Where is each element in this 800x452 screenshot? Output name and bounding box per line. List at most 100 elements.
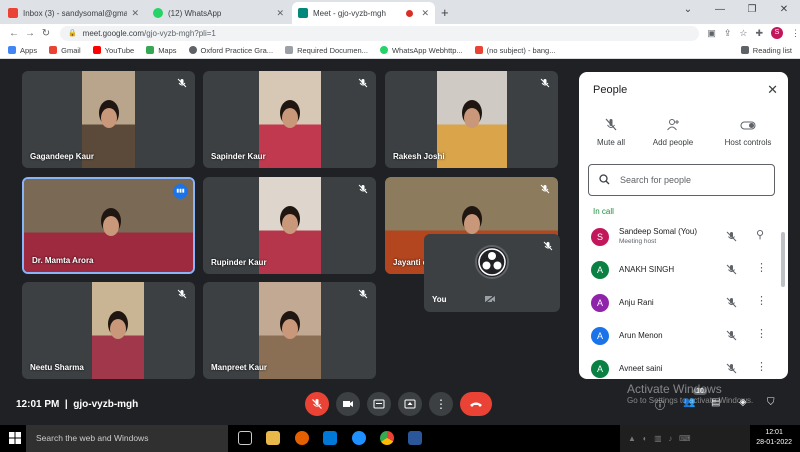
mic-off-icon[interactable] (726, 264, 737, 275)
mic-off-icon (540, 78, 550, 88)
mute-all-label: Mute all (596, 138, 625, 147)
participant-row[interactable]: A Arun Menon ⋮ (579, 321, 774, 351)
participant-name: Rupinder Kaur (211, 258, 267, 267)
avatar: A (591, 360, 609, 378)
file-explorer-icon[interactable] (266, 431, 280, 445)
avatar: A (591, 294, 609, 312)
system-tray: ▲ ◐ ▥ ♪ ⌨ (620, 425, 750, 452)
add-person-icon (667, 119, 679, 131)
search-people-input[interactable]: Search for people (588, 164, 775, 196)
word-icon[interactable] (408, 431, 422, 445)
tab-label: Inbox (3) - sandysomal@gmail.co (23, 8, 128, 18)
host-controls-icon[interactable]: ⛉ (767, 397, 775, 408)
gmail-icon (474, 46, 483, 54)
participant-tile[interactable]: Dr. Mamta Arora ▮▮▮ (22, 177, 195, 274)
star-icon[interactable]: ☆ (739, 28, 747, 39)
participant-tile[interactable]: Sapinder Kaur (203, 71, 376, 168)
participant-tile[interactable]: Neetu Sharma (22, 282, 195, 379)
bookmark-documents[interactable]: Required Documen... (285, 46, 368, 55)
participant-row[interactable]: A ANAKH SINGH ⋮ (579, 255, 774, 285)
taskbar-clock[interactable]: 12:01 28-01-2022 (756, 428, 792, 448)
participant-video (259, 282, 321, 379)
tab-meet[interactable]: Meet - gjo-vyzb-mgh ✕ (292, 2, 435, 24)
more-options-button[interactable]: ⋮ (429, 392, 453, 416)
firefox-icon[interactable] (295, 431, 309, 445)
participant-tile[interactable]: Rupinder Kaur (203, 177, 376, 274)
mic-off-icon[interactable] (726, 297, 737, 308)
taskbar-search-input[interactable]: Search the web and Windows (26, 425, 228, 452)
tab-search-icon[interactable]: ⌄ (672, 0, 704, 22)
bookmark-label: (no subject) - bang... (486, 45, 556, 55)
participant-video (259, 71, 321, 168)
captions-button[interactable] (367, 392, 391, 416)
tab-gmail[interactable]: Inbox (3) - sandysomal@gmail.co ✕ (2, 2, 145, 24)
add-people-button[interactable]: Add people (649, 118, 697, 147)
self-tile[interactable]: You (424, 234, 560, 312)
camera-toggle-button[interactable] (336, 392, 360, 416)
avatar: A (591, 261, 609, 279)
tab-whatsapp[interactable]: (12) WhatsApp ✕ (147, 2, 290, 24)
reading-list-button[interactable]: Reading list (740, 46, 792, 55)
bookmark-gmail-subject[interactable]: (no subject) - bang... (474, 45, 556, 55)
close-icon[interactable]: ✕ (131, 8, 139, 19)
participant-tile[interactable]: Rakesh Joshi (385, 71, 558, 168)
extensions-icon[interactable]: ✚ (755, 28, 763, 39)
store-icon[interactable] (323, 431, 337, 445)
mic-off-icon (540, 184, 550, 194)
window-controls: ⌄ — ❐ ✕ (672, 0, 800, 22)
bookmark-label: WhatsApp Webhttp... (391, 45, 463, 55)
minimize-icon[interactable]: — (704, 0, 736, 22)
reload-icon[interactable]: ↻ (38, 28, 54, 39)
camera-icon[interactable]: ▣ (707, 28, 716, 39)
present-button[interactable] (398, 392, 422, 416)
participant-name: Anju Rani (619, 298, 654, 307)
chrome-icon[interactable] (380, 431, 394, 445)
panel-scrollbar[interactable] (781, 232, 785, 287)
share-icon[interactable]: ⇪ (724, 28, 732, 39)
task-view-icon[interactable] (238, 431, 252, 445)
more-vert-icon[interactable]: ⋮ (756, 361, 767, 373)
close-icon[interactable]: ✕ (767, 82, 778, 98)
participant-name: ANAKH SINGH (619, 265, 675, 274)
participant-video (92, 282, 144, 379)
menu-icon[interactable]: ⋮ (791, 28, 800, 39)
host-controls-button[interactable]: Host controls (719, 118, 777, 147)
url-input[interactable]: 🔒 meet.google.com/gjo-vyzb-mgh?pli=1 (59, 25, 700, 41)
maximize-icon[interactable]: ❐ (736, 0, 768, 22)
more-vert-icon[interactable]: ⋮ (756, 328, 767, 340)
bookmark-gmail[interactable]: Gmail (49, 46, 81, 55)
mic-off-icon[interactable] (726, 363, 737, 374)
mute-all-button[interactable]: Mute all (591, 118, 631, 147)
bookmark-youtube[interactable]: YouTube (92, 46, 134, 55)
participant-row[interactable]: A Anju Rani ⋮ (579, 288, 774, 318)
more-vert-icon[interactable]: ⋮ (756, 295, 767, 307)
bookmark-oxford[interactable]: Oxford Practice Gra... (188, 46, 273, 55)
close-icon[interactable]: ✕ (421, 8, 429, 19)
participant-face (98, 100, 119, 128)
new-tab-button[interactable]: + (441, 2, 449, 24)
mic-off-icon (543, 241, 553, 251)
pin-icon[interactable]: ⚲ (756, 229, 764, 241)
back-icon[interactable]: ← (6, 28, 22, 39)
edge-icon[interactable] (352, 431, 366, 445)
mic-off-icon (177, 78, 187, 88)
speaking-indicator-icon: ▮▮▮ (173, 184, 188, 199)
close-icon[interactable]: ✕ (276, 8, 284, 19)
mic-off-icon[interactable] (726, 330, 737, 341)
bookmark-apps[interactable]: Apps (8, 46, 37, 55)
leave-call-button[interactable] (460, 392, 492, 416)
participant-row[interactable]: A Avneet saini ⋮ (579, 354, 774, 379)
bookmark-whatsapp[interactable]: WhatsApp Webhttp... (379, 45, 463, 55)
windows-start-icon[interactable] (9, 432, 21, 444)
mic-toggle-button[interactable] (305, 392, 329, 416)
forward-icon[interactable]: → (22, 28, 38, 39)
avatar[interactable]: S (771, 27, 783, 39)
bookmark-maps[interactable]: Maps (146, 46, 177, 55)
mic-off-icon[interactable] (726, 231, 737, 242)
participant-tile[interactable]: Manpreet Kaur (203, 282, 376, 379)
participant-tile[interactable]: Gagandeep Kaur (22, 71, 195, 168)
more-vert-icon[interactable]: ⋮ (756, 262, 767, 274)
close-window-icon[interactable]: ✕ (768, 0, 800, 22)
participant-row[interactable]: S Sandeep Somal (You) Meeting host ⚲ (579, 222, 774, 252)
activate-windows-sub: Go to Settings to activate Windows. (627, 396, 754, 405)
